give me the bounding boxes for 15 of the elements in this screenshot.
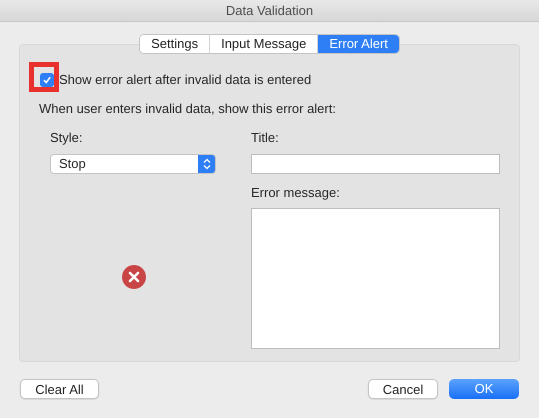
chevron-up-down-icon <box>202 158 210 170</box>
window-title: Data Validation <box>226 2 314 20</box>
tab[interactable]: Error Alert <box>317 35 399 53</box>
checkbox[interactable] <box>40 72 54 87</box>
error-message-field[interactable] <box>251 208 500 349</box>
title-field[interactable] <box>251 154 500 174</box>
error-message-label: Error message: <box>251 184 341 202</box>
cancel-button[interactable]: Cancel <box>368 379 438 399</box>
clear-all-button[interactable]: Clear All <box>20 379 99 399</box>
title-label: Title: <box>251 129 280 147</box>
instruction-text: When user enters invalid data, show this error alert: <box>39 100 337 118</box>
style-label: Style: <box>50 129 84 147</box>
checkmark-icon <box>42 74 52 85</box>
style-dropdown[interactable]: Stop <box>50 154 216 174</box>
checkbox-label: Show error alert after invalid data is entered <box>59 71 312 89</box>
